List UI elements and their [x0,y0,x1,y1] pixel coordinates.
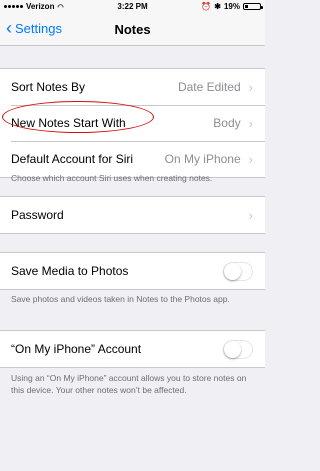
chevron-right-icon: › [248,151,253,167]
battery-icon [243,3,263,10]
on-my-iphone-row: “On My iPhone” Account [0,331,265,367]
on-my-iphone-toggle[interactable] [223,339,253,359]
battery-fill [245,5,248,8]
save-media-row: Save Media to Photos [0,253,265,289]
toggle-knob [224,340,241,358]
save-media-toggle[interactable] [223,261,253,281]
siri-account-value: On My iPhone [164,152,241,166]
chevron-right-icon: › [248,207,253,223]
page-title: Notes [114,22,151,37]
password-label: Password [11,208,64,222]
password-row[interactable]: Password › [0,197,265,233]
sort-notes-row[interactable]: Sort Notes By Date Edited › [0,69,265,105]
status-right: ⏰ ✱ 19% [201,2,263,11]
bluetooth-icon: ✱ [214,2,221,11]
siri-account-label: Default Account for Siri [11,152,134,166]
chevron-right-icon: › [248,79,253,95]
sort-notes-label: Sort Notes By [11,80,86,94]
password-group: Password › [0,196,265,234]
new-notes-start-row[interactable]: New Notes Start With Body › [0,105,265,141]
notes-options-group: Sort Notes By Date Edited › New Notes St… [0,68,265,178]
chevron-right-icon: › [248,115,253,131]
on-my-iphone-group: “On My iPhone” Account [0,330,265,368]
on-my-iphone-label: “On My iPhone” Account [11,342,142,356]
save-media-group: Save Media to Photos [0,252,265,290]
toggle-knob [224,262,241,280]
battery-percent: 19% [223,2,240,11]
navigation-bar: ‹ Settings Notes [0,14,265,46]
save-media-label: Save Media to Photos [11,264,129,278]
status-bar: Verizon ◠ 3:22 PM ⏰ ✱ 19% [0,0,265,14]
new-notes-start-value: Body [213,116,241,130]
new-notes-start-label: New Notes Start With [11,116,126,130]
siri-account-footer: Choose which account Siri uses when crea… [11,173,213,183]
alarm-icon: ⏰ [201,2,212,11]
sort-notes-value: Date Edited [177,80,241,94]
on-my-iphone-footer: Using an “On My iPhone” account allows y… [11,373,247,395]
save-media-footer: Save photos and videos taken in Notes to… [11,294,230,304]
